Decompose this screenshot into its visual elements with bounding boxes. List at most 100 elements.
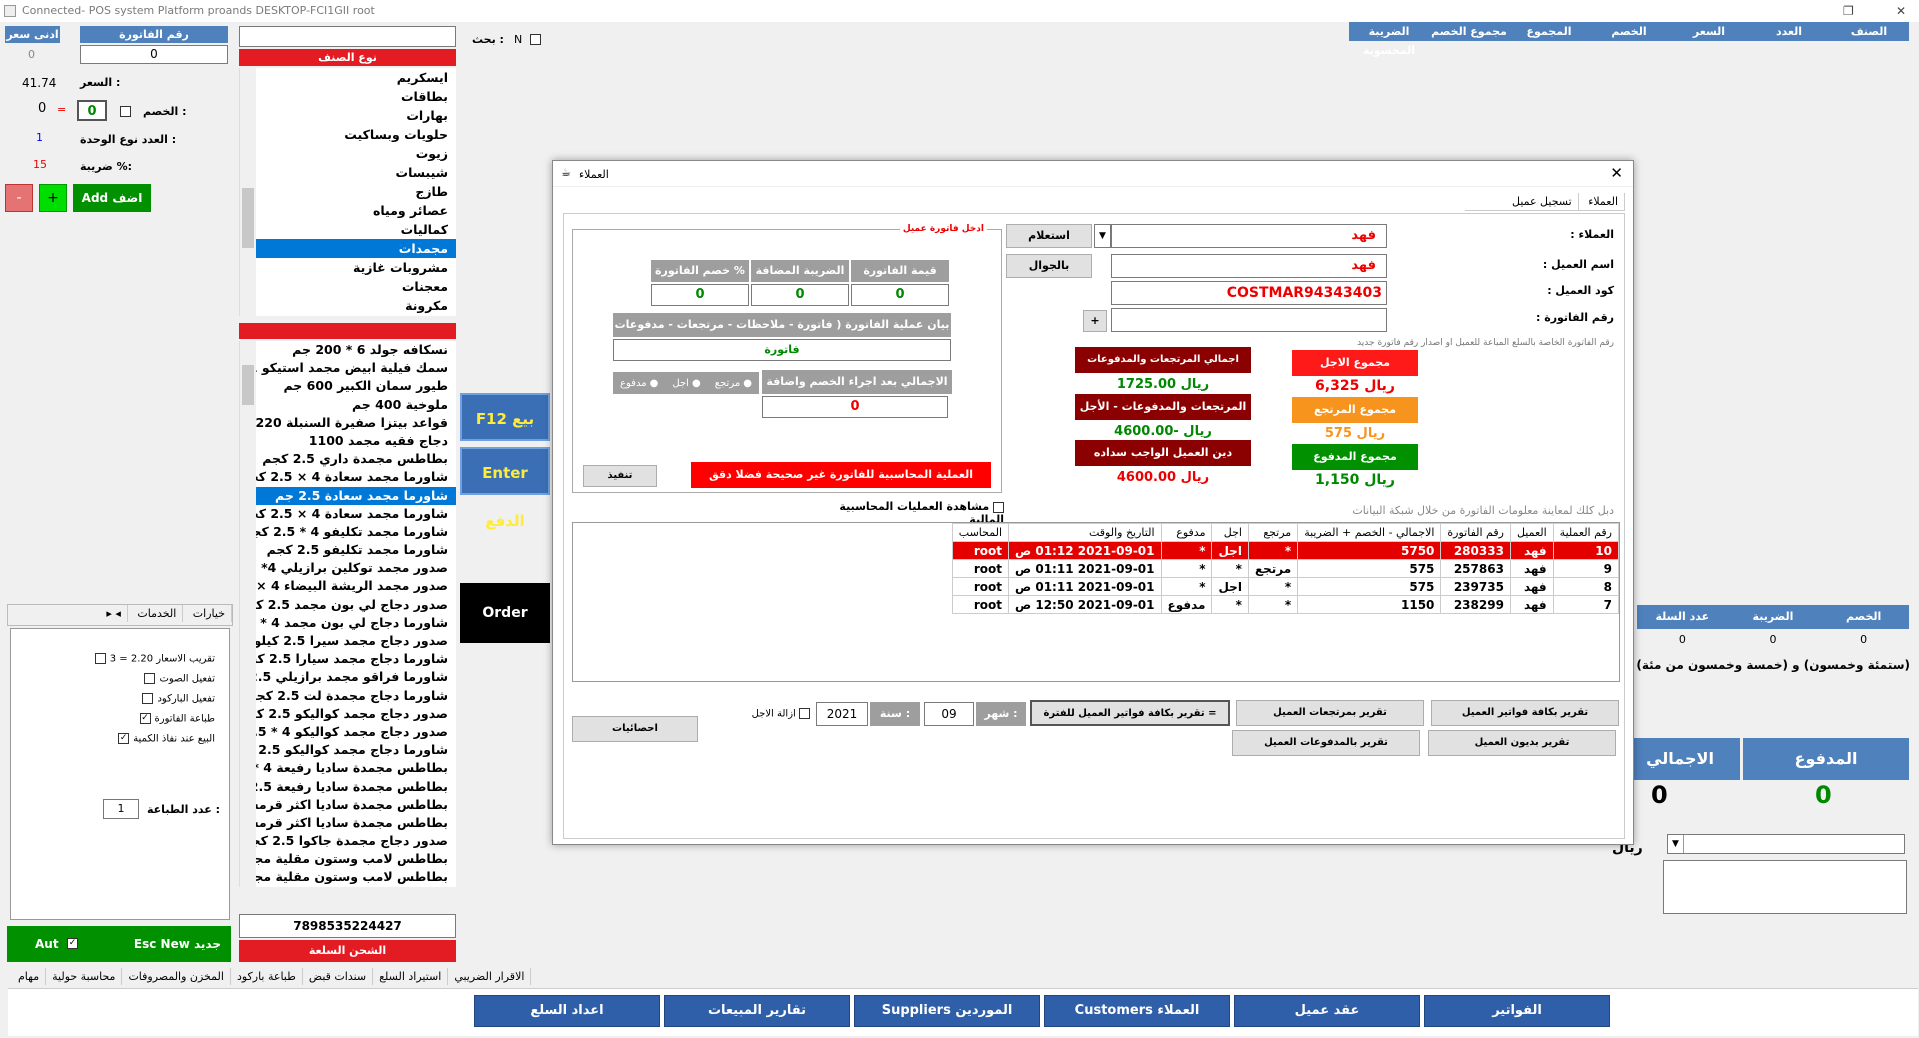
category-item[interactable]: بطاقات <box>256 87 456 106</box>
product-item[interactable]: بطاطس مجمدة ساديا رفيعة 2.5 كجم <box>256 778 456 796</box>
category-item[interactable]: حلويات وبساكيت <box>256 125 456 144</box>
op-type-radios[interactable]: مرتجع ● اجل ● مدفوع ● <box>613 372 759 394</box>
option-checkbox[interactable]: ✓ <box>118 733 130 744</box>
grid-row[interactable]: 9 فهد 257863 575 مرتجع * * 2021-09-01 01:11 ص ro… <box>951 559 1619 578</box>
product-item[interactable]: صدور دجاج مجمد كواليكو 2.5 كجم <box>256 705 456 723</box>
customers-select-chevron-icon[interactable]: ▼ <box>1094 224 1111 248</box>
new-button[interactable]: Esc New جديد <box>134 937 221 951</box>
category-item[interactable]: مكرونة <box>256 296 456 315</box>
stats-button[interactable]: احصائيات <box>572 716 698 742</box>
product-item[interactable]: بطاطس مجمدة ساديا اكثر قرمشة 2.5 كجم <box>256 814 456 832</box>
year-input[interactable]: 2021 <box>816 702 868 726</box>
query-button[interactable]: استعلام <box>1006 224 1092 248</box>
option-checkbox[interactable] <box>144 673 156 684</box>
grid-row[interactable]: 7 فهد 238299 1150 * * مدفوع 2021-09-01 12:50 صr… <box>951 595 1619 614</box>
taskbar-button[interactable]: تقارير المبيعات <box>664 995 850 1027</box>
bottom-tab[interactable]: محاسبة حولية <box>46 968 123 985</box>
product-item[interactable]: صدور مجمد الريشة البيضاء 4 × 2.5 كجم <box>256 577 456 595</box>
product-item[interactable]: ملوخية 400 جم <box>256 396 456 414</box>
invoice-col-input[interactable]: 0 <box>751 284 849 306</box>
product-item[interactable]: بطاطس لامب وستون مقلية مجمدة 4 * 2.5 <box>256 868 456 886</box>
name-input[interactable]: فهد <box>1111 254 1387 278</box>
bottom-tab[interactable]: سندات قبض <box>303 968 374 985</box>
tab-customers[interactable]: العملاء <box>1582 193 1625 210</box>
product-item[interactable]: شاورما دجاج مجمد كواليكو 2.5 كجم <box>256 741 456 759</box>
product-item[interactable]: بطاطس مجمدة ساديا رفيعة 4 * 2.5 كجم <box>256 759 456 777</box>
product-item[interactable]: صدور دجاج مجمد سيرا 2.5 كيلو <box>256 632 456 650</box>
product-item[interactable]: بطاطس مجمدة داري 2.5 كجم <box>256 450 456 468</box>
month-input[interactable]: 09 <box>924 702 974 726</box>
category-item[interactable]: مجمدات <box>256 239 456 258</box>
product-item[interactable]: شاورما دجاج مجمد سيارا 2.5 كجم <box>256 650 456 668</box>
report-returns-button[interactable]: تقرير بمرتجعات العميل <box>1236 700 1424 726</box>
report-paid-button[interactable]: تقرير بالمدفوعات العميل <box>1232 730 1420 756</box>
category-item[interactable]: بهارات <box>256 106 456 125</box>
close-icon[interactable]: ✕ <box>1896 0 1906 22</box>
category-item[interactable]: طازج <box>256 182 456 201</box>
grid-row[interactable]: 10 فهد 280333 5750 * اجل * 2021-09-01 01:12 ص ro… <box>951 541 1619 560</box>
option-checkbox[interactable]: ✓ <box>139 713 151 724</box>
product-item[interactable]: شاورما دجاج مجمدة لت 2.5 كجم <box>256 687 456 705</box>
grid-row[interactable]: 8 فهد 239735 575 * اجل * 2021-09-01 01:11 ص root <box>951 577 1619 596</box>
tab-register-customer[interactable]: تسجيل عميل <box>1506 193 1579 210</box>
taskbar-button[interactable]: Customers العملاء <box>1044 995 1230 1027</box>
remove-ajel-checkbox[interactable] <box>799 708 810 719</box>
currency-select[interactable]: ▼ <box>1667 834 1905 854</box>
report-invoices-button[interactable]: تقرير بكافة فواتير العميل <box>1431 700 1619 726</box>
invoice-col-input[interactable]: 0 <box>651 284 749 306</box>
category-list[interactable]: ايسكريم بطاقات بهارات حلويات وبساكيت زيوت شيب… <box>256 68 456 316</box>
op-type-radio[interactable]: اجل ● <box>672 378 700 389</box>
product-item[interactable]: شاورما مجمد تكليفو 2.5 كجم <box>256 541 456 559</box>
after-total-input[interactable]: 0 <box>762 396 948 418</box>
op-type-radio[interactable]: مدفوع ● <box>620 378 658 389</box>
product-item[interactable]: شاورما دجاج لي بون مجمد 4 * 2.5 كجم <box>256 614 456 632</box>
add-button[interactable]: Add اضف <box>73 184 151 212</box>
op-type-radio[interactable]: مرتجع ● <box>715 378 752 389</box>
taskbar-button[interactable]: عقد عميل <box>1234 995 1420 1027</box>
invoice-col-input[interactable]: 0 <box>851 284 949 306</box>
discount-checkbox[interactable] <box>120 106 131 117</box>
restore-icon[interactable]: ❐ <box>1843 0 1854 22</box>
bottom-tab[interactable]: المخزن والمصروفات <box>122 968 231 985</box>
charge-button[interactable]: الشحن السلعة <box>239 940 456 962</box>
bottom-tab[interactable]: مهام <box>12 968 47 985</box>
tab-options[interactable]: خيارات <box>187 605 232 622</box>
pay-enter-button[interactable]: Enter الدفع <box>460 447 550 530</box>
notes-box[interactable] <box>1663 860 1907 914</box>
bottom-tab[interactable]: الاقرار الضريبي <box>448 968 532 985</box>
category-item[interactable]: شيبسات <box>256 163 456 182</box>
taskbar-button[interactable]: اعداد السلع <box>474 995 660 1027</box>
product-scroll-thumb[interactable] <box>242 365 254 405</box>
n-checkbox[interactable] <box>530 34 541 45</box>
product-item[interactable]: قواعد بيتزا صفيرة السنبلة 220 جم <box>256 414 456 432</box>
invoice-no-input[interactable]: 0 <box>80 45 228 64</box>
product-item[interactable]: نسكافه جولد 6 * 200 جم <box>256 341 456 359</box>
product-item[interactable]: صدور دجاج لي بون مجمد 2.5 كجم <box>256 596 456 614</box>
bottom-tabs[interactable]: مهام محاسبة حولية المخزن والمصروفات طباعة ب… <box>12 968 532 988</box>
category-item[interactable]: ايسكريم <box>256 68 456 87</box>
search-input[interactable] <box>239 26 456 47</box>
dialog-close-icon[interactable]: ✕ <box>1610 164 1623 182</box>
product-item[interactable]: سمك فيلية ابيض مجمد استيكو 1 كجم <box>256 359 456 377</box>
category-scrollbar[interactable] <box>239 68 256 316</box>
product-item[interactable]: صدور دجاج مجمد كواليكو 4 * 2.5 كجم <box>256 723 456 741</box>
radio-dot-icon[interactable]: ● <box>743 378 752 389</box>
tab-services[interactable]: الخدمات <box>131 605 184 622</box>
product-list[interactable]: نسكافه جولد 6 * 200 جم سمك فيلية ابيض مجم… <box>256 341 456 887</box>
minus-button[interactable]: - <box>5 184 33 212</box>
customers-select[interactable]: فهد <box>1111 224 1387 248</box>
product-item[interactable]: شاورما فراقو مجمد برازيلي 2.5 كجم <box>256 668 456 686</box>
view-ops-checkbox[interactable] <box>993 501 1004 513</box>
bottom-tab[interactable]: طباعة باركود <box>231 968 303 985</box>
chevron-down-icon[interactable]: ▼ <box>1668 835 1684 853</box>
product-item[interactable]: بطاطس لامب وستون مقلية مجمدة 2.5 كجم <box>256 850 456 868</box>
mobile-button[interactable]: بالجوال <box>1006 254 1092 278</box>
category-item[interactable]: معجنات <box>256 277 456 296</box>
category-item[interactable]: مشروبات غازية <box>256 258 456 277</box>
code-input[interactable]: COSTMAR94343403 <box>1111 281 1387 305</box>
product-item[interactable]: صدور مجمد توكلين برازيلي 4* 2.5 كجم <box>256 559 456 577</box>
report-period-button[interactable]: تقرير بكافة فواتير العميل للفترة = <box>1030 700 1230 726</box>
plus-button[interactable]: + <box>39 184 67 212</box>
category-scroll-thumb[interactable] <box>242 188 254 248</box>
barcode-input[interactable]: 7898535224427 <box>239 914 456 938</box>
